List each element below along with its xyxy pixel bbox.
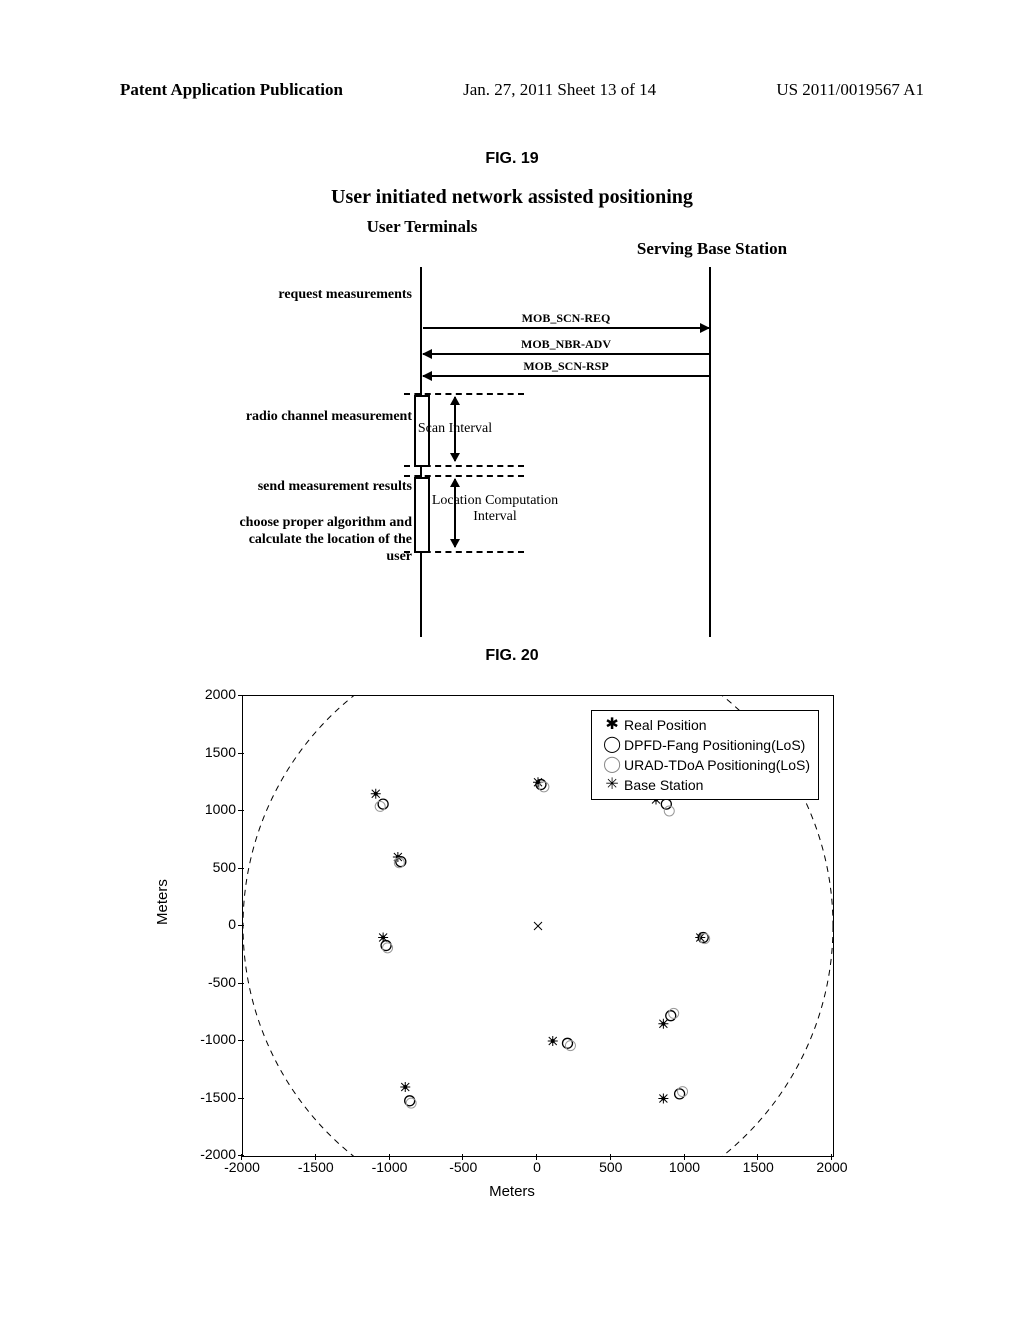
y-tick: -500 bbox=[192, 974, 236, 990]
step-choose-algorithm: choose proper algorithm and calculate th… bbox=[222, 515, 412, 565]
y-tick: 2000 bbox=[192, 686, 236, 702]
legend-row-bs: ✳ Base Station bbox=[600, 775, 810, 795]
y-tick: 500 bbox=[192, 859, 236, 875]
fig19-title: User initiated network assisted position… bbox=[0, 186, 1024, 209]
msg-mob-scn-rsp-arrow bbox=[423, 375, 709, 377]
fig19-number: FIG. 19 bbox=[0, 150, 1024, 168]
fig19-sequence-diagram: User Terminals Serving Base Station requ… bbox=[232, 217, 792, 637]
x-axis-label: Meters bbox=[489, 1183, 535, 1200]
msg-mob-scn-req-label: MOB_SCN-REQ bbox=[423, 311, 709, 326]
y-tick: 0 bbox=[192, 916, 236, 932]
fig20-chart: Meters Meters ✱ Real Position ◯ DPFD-Fan… bbox=[152, 685, 872, 1215]
x-tick: -1500 bbox=[291, 1159, 341, 1175]
x-tick: 1500 bbox=[733, 1159, 783, 1175]
msg-mob-nbr-adv-arrow bbox=[423, 353, 709, 355]
y-axis-label: Meters bbox=[154, 879, 171, 925]
dash-sep-2 bbox=[404, 465, 524, 467]
loc-interval-label: Location Computation Interval bbox=[410, 493, 580, 525]
y-tick: 1000 bbox=[192, 801, 236, 817]
legend-marker-dpfd: ◯ bbox=[600, 737, 624, 753]
x-tick: -2000 bbox=[217, 1159, 267, 1175]
x-tick: -1000 bbox=[365, 1159, 415, 1175]
legend-row-real: ✱ Real Position bbox=[600, 715, 810, 735]
msg-mob-nbr-adv-label: MOB_NBR-ADV bbox=[423, 337, 709, 352]
legend-marker-real: ✱ bbox=[600, 717, 624, 733]
dash-sep-4 bbox=[404, 551, 524, 553]
legend-row-urad: ◯ URAD-TDoA Positioning(LoS) bbox=[600, 755, 810, 775]
x-tick: 1000 bbox=[660, 1159, 710, 1175]
y-tick: 1500 bbox=[192, 744, 236, 760]
actor-user-terminals: User Terminals bbox=[342, 217, 502, 237]
y-tick: -1500 bbox=[192, 1089, 236, 1105]
x-tick: 2000 bbox=[807, 1159, 857, 1175]
step-send-results: send measurement results bbox=[232, 479, 412, 496]
fig20-number: FIG. 20 bbox=[0, 647, 1024, 665]
legend-row-dpfd: ◯ DPFD-Fang Positioning(LoS) bbox=[600, 735, 810, 755]
actor-serving-bs: Serving Base Station bbox=[622, 239, 802, 259]
legend: ✱ Real Position ◯ DPFD-Fang Positioning(… bbox=[591, 710, 819, 800]
header-center: Jan. 27, 2011 Sheet 13 of 14 bbox=[463, 80, 656, 100]
y-tick: -1000 bbox=[192, 1031, 236, 1047]
plot-area: ✱ Real Position ◯ DPFD-Fang Positioning(… bbox=[242, 695, 834, 1157]
legend-marker-urad: ◯ bbox=[600, 757, 624, 773]
step-radio-channel: radio channel measurement bbox=[242, 409, 412, 426]
legend-marker-bs: ✳ bbox=[600, 777, 624, 793]
x-tick: -500 bbox=[438, 1159, 488, 1175]
scan-interval-label: Scan Interval bbox=[410, 421, 500, 437]
x-tick: 0 bbox=[512, 1159, 562, 1175]
header-right: US 2011/0019567 A1 bbox=[776, 80, 924, 100]
dash-sep-3 bbox=[404, 475, 524, 477]
step-request-measurements: request measurements bbox=[222, 287, 412, 304]
x-tick: 500 bbox=[586, 1159, 636, 1175]
msg-mob-scn-req-arrow bbox=[423, 327, 709, 329]
page-header: Patent Application Publication Jan. 27, … bbox=[0, 0, 1024, 100]
header-left: Patent Application Publication bbox=[120, 80, 343, 100]
msg-mob-scn-rsp-label: MOB_SCN-RSP bbox=[423, 359, 709, 374]
